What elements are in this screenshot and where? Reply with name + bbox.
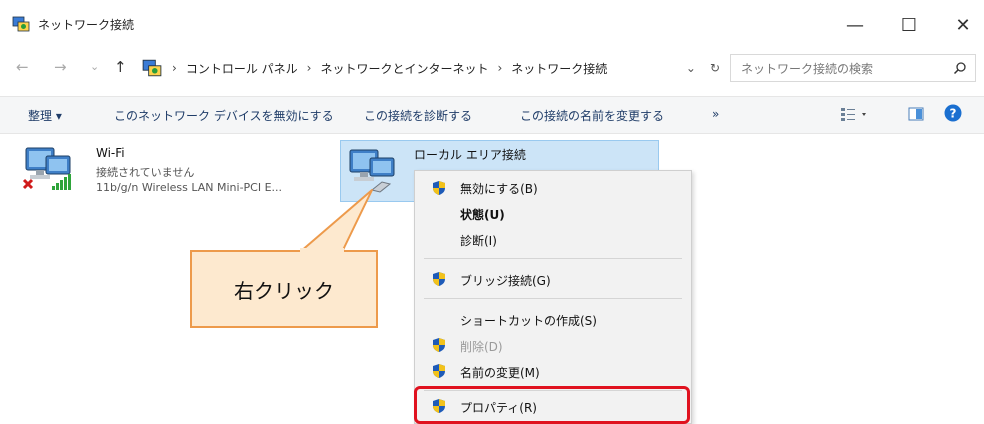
uac-shield-icon	[433, 364, 445, 378]
callout-pointer-join	[300, 248, 344, 256]
menu-item-rename[interactable]: 名前の変更(M)	[460, 364, 540, 381]
menu-separator	[424, 258, 682, 259]
menu-item-create-shortcut[interactable]: ショートカットの作成(S)	[460, 312, 597, 329]
menu-item-delete: 削除(D)	[460, 340, 503, 354]
menu-separator	[424, 298, 682, 299]
menu-item-bridge[interactable]: ブリッジ接続(G)	[460, 272, 551, 289]
uac-shield-icon	[433, 272, 445, 286]
menu-item-disable[interactable]: 無効にする(B)	[460, 180, 538, 197]
callout-box: 右クリック	[190, 250, 378, 328]
menu-item-diagnose[interactable]: 診断(I)	[460, 232, 497, 249]
menu-item-status[interactable]: 状態(U)	[460, 206, 505, 223]
uac-shield-icon	[433, 338, 445, 352]
callout-text: 右クリック	[234, 278, 334, 303]
uac-shield-icon	[433, 181, 445, 195]
properties-highlight-frame	[414, 386, 690, 424]
